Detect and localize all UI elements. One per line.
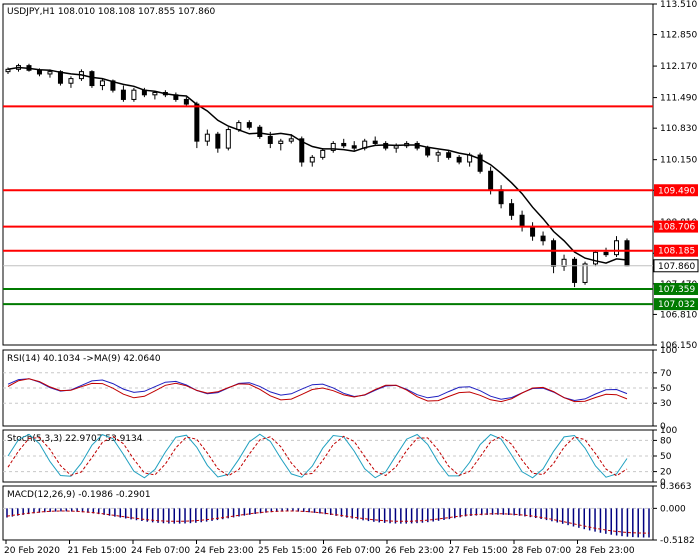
level-label: 108.706 [658, 223, 695, 233]
candle-body [477, 154, 483, 172]
rsi-tick-label: 100 [660, 346, 677, 356]
rsi-tick-label: 50 [660, 384, 672, 394]
candle-body [194, 103, 200, 142]
candle-body [603, 251, 609, 256]
time-label: 26 Feb 07:00 [322, 546, 381, 556]
candle-body [309, 156, 315, 163]
candle-body [435, 152, 441, 156]
candle-body [204, 133, 210, 142]
candle-body [152, 91, 158, 96]
candle-body [341, 142, 347, 147]
candle-body [509, 203, 515, 216]
candle-body [614, 240, 620, 256]
rsi-tick-label: 70 [660, 369, 672, 379]
stoch-tick-label: 50 [660, 452, 672, 462]
price-tick-label: 113.510 [660, 0, 697, 10]
macd-tick-label: 0.3663 [660, 482, 692, 492]
candle-body [57, 71, 63, 84]
candle-body [225, 129, 231, 149]
price-tick-label: 111.490 [660, 94, 697, 104]
candle-body [36, 69, 42, 75]
macd-signal-line [6, 510, 649, 534]
stoch-tick-label: 80 [660, 436, 672, 446]
candle-body [288, 138, 294, 142]
candle-body [351, 145, 357, 149]
level-label: 107.032 [658, 300, 695, 310]
candle-body [68, 78, 74, 84]
candle-body [131, 89, 137, 100]
level-label: 108.185 [658, 247, 695, 257]
candle-body [47, 71, 53, 75]
time-label: 21 Feb 15:00 [68, 546, 127, 556]
time-label: 24 Feb 07:00 [131, 546, 190, 556]
macd-title: MACD(12,26,9) -0.1986 -0.2901 [7, 490, 151, 500]
candle-body [624, 240, 630, 267]
candle-body [120, 89, 126, 100]
macd-tick-label: -0.5182 [660, 536, 695, 546]
candle-body [246, 122, 252, 128]
price-tick-label: 110.150 [660, 156, 697, 166]
candle-body [372, 140, 378, 144]
time-label: 28 Feb 07:00 [512, 546, 571, 556]
candle-body [236, 122, 242, 131]
level-label: 107.359 [658, 285, 695, 295]
candle-body [488, 170, 494, 191]
candle-body [446, 152, 452, 158]
time-label: 20 Feb 2020 [4, 546, 60, 556]
rsi-line [7, 378, 628, 402]
price-title: USDJPY,H1 108.010 108.108 107.855 107.86… [7, 7, 216, 17]
candle-body [530, 226, 536, 237]
time-label: 25 Feb 15:00 [258, 546, 317, 556]
candle-body [257, 126, 263, 138]
candle-body [320, 149, 326, 158]
candle-body [99, 80, 105, 87]
candle-body [425, 147, 431, 156]
price-tick-label: 110.830 [660, 124, 697, 134]
rsi-tick-label: 30 [660, 399, 672, 409]
candle-body [561, 258, 567, 267]
candle-body [519, 214, 525, 228]
candle-body [572, 258, 578, 283]
macd-tick-label: 0.000 [660, 504, 686, 514]
level-label: 109.490 [658, 186, 695, 196]
price-panel-frame [2, 3, 654, 346]
time-label: 24 Feb 23:00 [195, 546, 254, 556]
stoch-tick-label: 20 [660, 468, 672, 478]
candle-body [582, 263, 588, 283]
price-tick-label: 106.810 [660, 310, 697, 320]
chart-canvas: 113.510 112.850 112.170 111.490 110.830 110.1… [2, 0, 699, 556]
candle-body [183, 98, 189, 105]
price-tick-label: 112.170 [660, 62, 697, 72]
candle-body [593, 251, 599, 265]
candle-body [540, 235, 546, 242]
candle-body [267, 136, 273, 144]
time-label: 28 Feb 23:00 [576, 546, 635, 556]
rsi-title: RSI(14) 40.1034 ->MA(9) 42.0640 [7, 354, 161, 364]
price-tick-label: 112.850 [660, 31, 697, 41]
candle-body [89, 71, 95, 87]
time-label: 27 Feb 15:00 [449, 546, 508, 556]
candle-body [456, 156, 462, 163]
stoch-tick-label: 100 [660, 426, 677, 436]
candle-body [551, 240, 557, 267]
time-label: 26 Feb 23:00 [385, 546, 444, 556]
rsi-ma-line [7, 378, 628, 403]
candle-body [278, 140, 284, 144]
candle-body [215, 133, 221, 149]
last-price-label: 107.860 [658, 262, 695, 272]
candle-body [498, 189, 504, 205]
